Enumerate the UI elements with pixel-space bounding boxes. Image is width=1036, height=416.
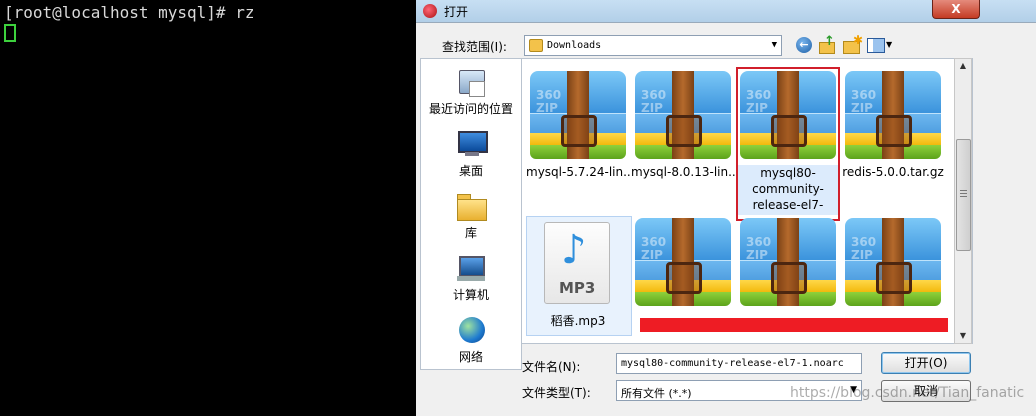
scroll-up-arrow-icon[interactable]: ▲	[955, 59, 971, 73]
file-item[interactable]: 360 ZIP mysql-8.0.13-lin...	[631, 69, 735, 187]
vertical-scrollbar[interactable]: ▲ ▼	[954, 58, 972, 344]
place-recent[interactable]: 最近访问的位置	[421, 67, 521, 117]
zip-archive-icon: 360 ZIP	[635, 71, 731, 161]
place-computer[interactable]: 计算机	[421, 253, 521, 303]
zip-archive-icon: 360 ZIP	[845, 71, 941, 161]
terminal-window[interactable]: [root@localhost mysql]# rz	[0, 0, 416, 416]
file-item[interactable]: 360 ZIP mysql-5.7.24-lin...	[526, 69, 630, 187]
file-name: mysql-8.0.13-lin...	[631, 165, 735, 179]
network-icon	[455, 315, 487, 345]
place-label: 桌面	[458, 164, 483, 178]
chevron-down-icon[interactable]: ▼	[772, 40, 777, 50]
lookin-value: Downloads	[547, 40, 602, 51]
filename-value: mysql80-community-release-el7-1.noarc	[621, 358, 844, 369]
view-dropdown-arrow-icon[interactable]: ▼	[886, 40, 892, 49]
filetype-value: 所有文件 (*.*)	[621, 387, 692, 400]
lookin-dropdown[interactable]: Downloads ▼	[524, 35, 782, 56]
music-note-icon: ♪	[561, 227, 587, 273]
watermark: https://blog.csdn.net/Tian_fanatic	[790, 385, 1025, 401]
places-bar: 最近访问的位置 桌面 库 计算机 网络	[420, 58, 522, 370]
mp3-badge: MP3	[559, 279, 596, 297]
folder-icon	[529, 39, 543, 52]
close-button[interactable]: X	[932, 0, 980, 19]
zip-archive-icon: 360 ZIP	[845, 218, 941, 308]
view-menu-icon[interactable]	[867, 38, 885, 53]
zip-archive-icon: 360 ZIP	[740, 218, 836, 308]
file-item[interactable]: 360 ZIP	[841, 216, 945, 334]
file-name: mysql-5.7.24-lin...	[526, 165, 630, 179]
file-item[interactable]: 360 ZIP redis-5.0.0.tar.gz	[841, 69, 945, 187]
place-network[interactable]: 网络	[421, 315, 521, 365]
app-icon	[423, 4, 437, 18]
place-label: 最近访问的位置	[428, 102, 513, 116]
file-item[interactable]: ♪ MP3 稻香.mp3	[526, 216, 632, 336]
libraries-icon	[455, 191, 487, 221]
file-name: 稻香.mp3	[550, 314, 606, 328]
place-desktop[interactable]: 桌面	[421, 129, 521, 179]
terminal-prompt-line: [root@localhost mysql]# rz	[4, 3, 255, 22]
filetype-label: 文件类型(T):	[522, 386, 591, 400]
open-file-dialog: 打开 X 查找范围(I): Downloads ▼ ← ↑ ✱ ▼ 最近访问的位…	[416, 0, 1036, 416]
file-name: redis-5.0.0.tar.gz	[842, 165, 944, 179]
new-folder-icon[interactable]: ✱	[843, 33, 863, 54]
recent-places-icon	[455, 67, 487, 97]
back-icon[interactable]: ←	[796, 37, 812, 53]
file-item[interactable]: 360 ZIP	[631, 216, 735, 334]
scroll-down-arrow-icon[interactable]: ▼	[955, 329, 971, 343]
mp3-file-icon: ♪ MP3	[544, 222, 610, 304]
file-list-view[interactable]: 360 ZIP mysql-5.7.24-lin... 360 ZIP mysql-…	[521, 58, 973, 344]
up-folder-icon[interactable]: ↑	[819, 34, 837, 54]
file-item[interactable]: 360 ZIP	[736, 216, 840, 334]
place-libraries[interactable]: 库	[421, 191, 521, 241]
open-button[interactable]: 打开(O)	[881, 352, 971, 374]
terminal-cursor	[4, 24, 16, 42]
computer-icon	[455, 253, 487, 283]
place-label: 网络	[458, 350, 483, 364]
filename-input[interactable]: mysql80-community-release-el7-1.noarc	[616, 353, 862, 374]
filename-label: 文件名(N):	[522, 360, 581, 374]
dialog-titlebar[interactable]: 打开 X	[416, 0, 1036, 23]
lookin-label: 查找范围(I):	[442, 40, 507, 54]
zip-archive-icon: 360 ZIP	[530, 71, 626, 161]
desktop-icon	[455, 129, 488, 159]
place-label: 库	[464, 226, 477, 240]
scroll-thumb[interactable]	[956, 139, 971, 251]
zip-archive-icon: 360 ZIP	[635, 218, 731, 308]
place-label: 计算机	[452, 288, 489, 302]
highlight-box	[736, 67, 840, 221]
dialog-title: 打开	[444, 5, 469, 19]
redaction-bar	[640, 318, 948, 332]
